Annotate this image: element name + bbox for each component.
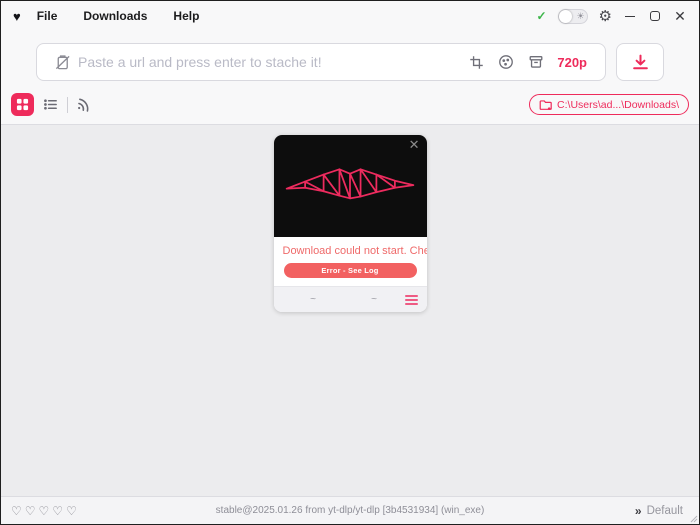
card-close-icon[interactable]: ✕ — [409, 138, 420, 151]
minimize-button[interactable] — [623, 9, 637, 23]
update-check-icon: ✓ — [536, 9, 546, 23]
resize-grip[interactable] — [689, 514, 698, 523]
download-button[interactable] — [616, 43, 664, 81]
statusbar: ♡♡♡♡♡ stable@2025.01.26 from yt-dlp/yt-d… — [1, 496, 699, 524]
stacher-mustache-logo — [284, 162, 416, 210]
card-footer: ~ ~ — [274, 286, 427, 312]
heart-icon[interactable]: ♡ — [52, 505, 63, 517]
minimize-icon — [625, 16, 635, 17]
paste-disabled-icon — [54, 54, 71, 71]
crop-icon[interactable] — [469, 55, 484, 70]
url-input[interactable] — [78, 54, 462, 70]
app-window: ♥ File Downloads Help ✓ ☀ ⚙ ✕ — [0, 0, 700, 525]
list-icon — [43, 97, 58, 112]
download-folder-button[interactable]: C:\Users\ad...\Downloads\ — [529, 94, 689, 115]
maximize-button[interactable] — [648, 9, 662, 23]
card-thumbnail: ✕ — [274, 135, 427, 237]
card-meta-right: ~ — [344, 294, 405, 305]
grid-view-button[interactable] — [11, 93, 34, 116]
archive-icon[interactable] — [528, 54, 544, 70]
folder-icon — [539, 99, 552, 111]
toggle-knob — [559, 10, 572, 23]
download-card: ✕ Download could not start. Che... Error… — [274, 135, 427, 312]
heart-icon[interactable]: ♡ — [39, 505, 50, 517]
profile-name-label: Default — [647, 505, 683, 517]
profile-chevrons-icon: » — [635, 505, 642, 517]
profile-selector[interactable]: » Default — [635, 505, 689, 517]
grid-icon — [16, 98, 29, 111]
ytdlp-version-label: stable@2025.01.26 from yt-dlp/yt-dlp [3b… — [1, 505, 699, 516]
quality-selector[interactable]: 720p — [557, 55, 587, 70]
toolbar-separator — [67, 97, 68, 113]
menu-downloads[interactable]: Downloads — [83, 9, 147, 23]
heart-icon[interactable]: ♡ — [25, 505, 36, 517]
app-logo-heart-icon: ♥ — [13, 10, 21, 23]
heart-rating-icons[interactable]: ♡♡♡♡♡ — [11, 505, 77, 517]
menu-help[interactable]: Help — [173, 9, 199, 23]
theme-toggle[interactable]: ☀ — [558, 9, 588, 24]
titlebar: ♥ File Downloads Help ✓ ☀ ⚙ ✕ — [1, 1, 699, 31]
close-icon: ✕ — [674, 9, 686, 23]
rss-icon — [76, 96, 94, 114]
heart-icon[interactable]: ♡ — [66, 505, 77, 517]
list-view-button[interactable] — [43, 97, 58, 112]
error-see-log-button[interactable]: Error - See Log — [284, 263, 417, 278]
settings-gear-icon[interactable]: ⚙ — [599, 9, 612, 24]
download-icon — [631, 53, 650, 72]
cookie-icon[interactable] — [498, 54, 514, 70]
downloads-area: ✕ Download could not start. Che... Error… — [1, 125, 699, 496]
close-button[interactable]: ✕ — [673, 9, 687, 23]
maximize-icon — [650, 11, 660, 21]
search-row: 720p — [1, 31, 699, 91]
heart-icon[interactable]: ♡ — [11, 505, 22, 517]
download-path-label: C:\Users\ad...\Downloads\ — [557, 99, 679, 111]
subscriptions-rss-button[interactable] — [76, 96, 94, 114]
view-toolbar: C:\Users\ad...\Downloads\ — [1, 91, 699, 124]
card-error-message: Download could not start. Che... — [274, 237, 427, 263]
menu-file[interactable]: File — [37, 9, 58, 23]
sun-icon: ☀ — [576, 10, 584, 23]
card-menu-icon[interactable] — [405, 295, 418, 305]
card-meta-left: ~ — [283, 294, 344, 305]
url-input-container[interactable]: 720p — [36, 43, 606, 81]
